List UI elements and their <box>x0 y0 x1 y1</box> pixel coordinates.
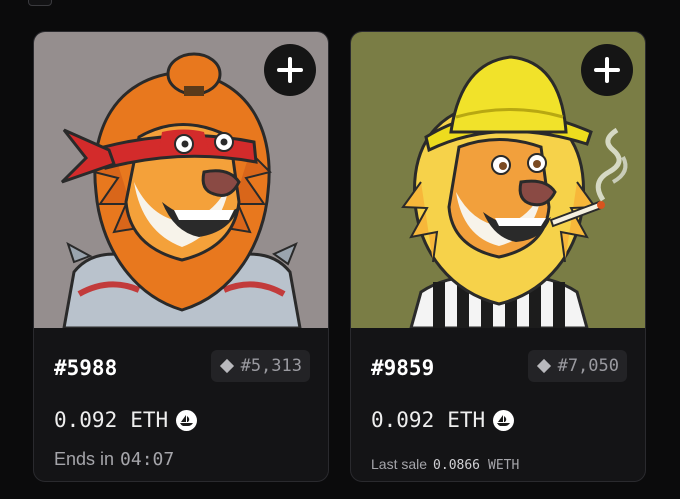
token-id: #5988 <box>54 356 118 380</box>
price-currency: ETH <box>130 408 169 432</box>
price-row: 0.092 ETH <box>54 408 198 432</box>
last-sale-unit: WETH <box>488 458 520 473</box>
last-sale: Last sale 0.0866 WETH <box>371 456 519 473</box>
opensea-icon <box>176 409 198 431</box>
price-row: 0.092 ETH <box>371 408 515 432</box>
rarity-rank-value: #5,313 <box>240 356 302 376</box>
card-info: #5988 #5,313 0.092 ETH Ends in 04:07 <box>34 328 328 481</box>
opensea-icon <box>493 409 515 431</box>
last-sale-value: 0.0866 <box>433 458 481 473</box>
add-to-cart-button[interactable] <box>581 44 633 96</box>
price-value: 0.092 <box>371 408 435 432</box>
diamond-icon <box>536 358 551 374</box>
diamond-icon <box>219 358 234 374</box>
ends-label: Ends in <box>54 449 115 469</box>
add-to-cart-button[interactable] <box>264 44 316 96</box>
plus-icon <box>594 57 620 83</box>
ends-time: 04:07 <box>120 449 175 470</box>
last-sale-label: Last sale <box>371 456 428 472</box>
toolbar-button-edge[interactable] <box>28 0 52 6</box>
rarity-rank-value: #7,050 <box>557 356 619 376</box>
price-value: 0.092 <box>54 408 118 432</box>
nft-card[interactable]: #9859 #7,050 0.092 ETH Last sale 0.0866 … <box>350 31 646 482</box>
price-currency: ETH <box>447 408 486 432</box>
nft-card[interactable]: #5988 #5,313 0.092 ETH Ends in 04:07 <box>33 31 329 482</box>
auction-status: Ends in 04:07 <box>54 449 174 470</box>
rarity-rank-badge: #5,313 <box>210 350 310 382</box>
rarity-rank-badge: #7,050 <box>527 350 627 382</box>
token-id: #9859 <box>371 356 435 380</box>
card-info: #9859 #7,050 0.092 ETH Last sale 0.0866 … <box>351 328 645 481</box>
plus-icon <box>277 57 303 83</box>
